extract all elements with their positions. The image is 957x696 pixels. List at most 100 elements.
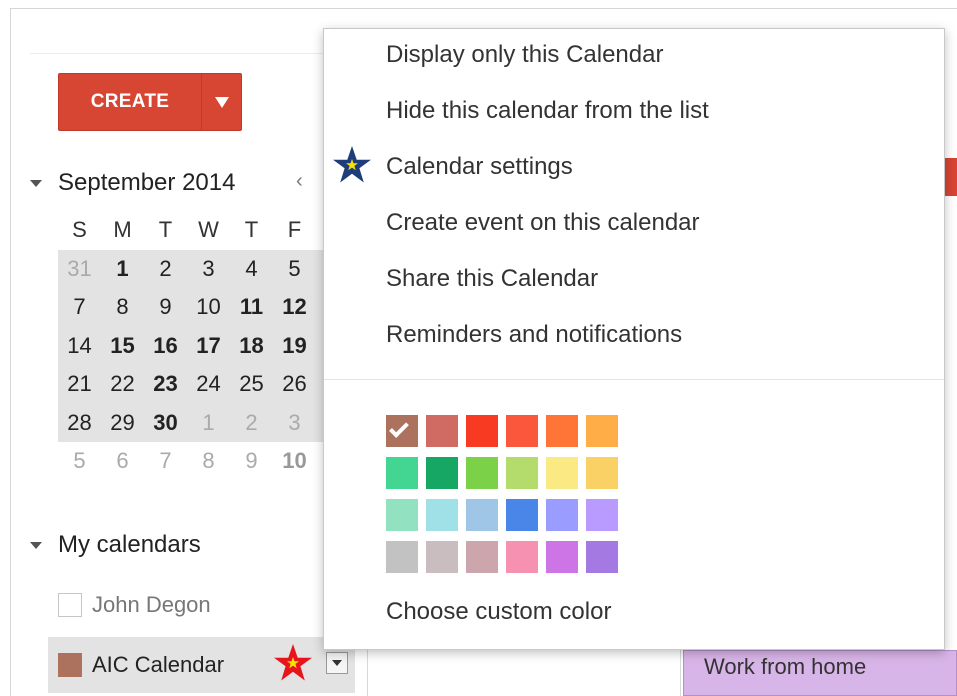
day-cell[interactable]: 8 <box>101 288 144 327</box>
weekday-label: T <box>244 217 259 242</box>
day-cell[interactable]: 24 <box>187 365 230 404</box>
color-swatch[interactable] <box>546 499 578 531</box>
color-swatch[interactable] <box>506 457 538 489</box>
collapse-arrow-icon <box>30 179 42 187</box>
menu-item-reminders[interactable]: Reminders and notifications <box>386 315 682 355</box>
color-swatch[interactable] <box>546 541 578 573</box>
color-swatch[interactable] <box>426 415 458 447</box>
color-palette-row <box>386 499 626 541</box>
create-split-button: CREATE <box>58 73 243 131</box>
day-cell[interactable]: 7 <box>144 442 187 481</box>
color-swatch[interactable] <box>506 499 538 531</box>
day-cell[interactable]: 18 <box>230 327 273 366</box>
day-cell[interactable]: 14 <box>58 327 101 366</box>
color-swatch[interactable] <box>466 499 498 531</box>
day-cell[interactable]: 9 <box>144 288 187 327</box>
week-row: 7 8 9 10 11 12 <box>58 288 323 327</box>
create-button[interactable]: CREATE <box>58 73 202 131</box>
day-cell[interactable]: 3 <box>187 250 230 289</box>
color-swatch[interactable] <box>466 415 498 447</box>
day-cell[interactable]: 4 <box>230 250 273 289</box>
color-swatch[interactable] <box>586 499 618 531</box>
day-cell[interactable]: 10 <box>273 442 316 481</box>
color-palette-row <box>386 415 626 457</box>
day-cell[interactable]: 23 <box>144 365 187 404</box>
day-cell[interactable]: 1 <box>187 404 230 443</box>
day-cell[interactable]: 30 <box>144 404 187 443</box>
checkmark-icon <box>389 418 409 438</box>
weekday-label: M <box>113 217 132 242</box>
day-cell[interactable]: 17 <box>187 327 230 366</box>
color-swatch[interactable] <box>506 415 538 447</box>
day-cell[interactable]: 19 <box>273 327 316 366</box>
week-row: 21 22 23 24 25 26 <box>58 365 323 404</box>
my-calendars-header[interactable]: My calendars <box>30 528 201 562</box>
day-cell[interactable]: 1 <box>101 250 144 289</box>
collapse-arrow-icon <box>30 541 42 549</box>
menu-item-share-calendar[interactable]: Share this Calendar <box>386 259 598 299</box>
color-swatch[interactable] <box>426 541 458 573</box>
color-swatch[interactable] <box>586 457 618 489</box>
day-cell[interactable]: 11 <box>230 288 273 327</box>
color-swatch[interactable] <box>466 457 498 489</box>
menu-item-hide-calendar[interactable]: Hide this calendar from the list <box>386 91 709 131</box>
day-cell[interactable]: 28 <box>58 404 101 443</box>
day-cell[interactable]: 25 <box>230 365 273 404</box>
current-time-marker <box>945 158 957 196</box>
day-cell[interactable]: 9 <box>230 442 273 481</box>
red-star-marker <box>274 644 312 681</box>
day-cell[interactable]: 12 <box>273 288 316 327</box>
header-divider <box>30 53 330 54</box>
day-cell[interactable]: 16 <box>144 327 187 366</box>
day-cell[interactable]: 2 <box>230 404 273 443</box>
calendar-item-john-degon[interactable]: John Degon <box>58 592 211 618</box>
day-cell[interactable]: 26 <box>273 365 316 404</box>
weekday-label: S <box>72 217 87 242</box>
calendar-checkbox[interactable] <box>58 593 82 617</box>
day-cell[interactable]: 29 <box>101 404 144 443</box>
previous-month-button[interactable]: ‹ <box>296 170 303 193</box>
menu-item-calendar-settings[interactable]: Calendar settings <box>386 147 573 187</box>
day-cell[interactable]: 5 <box>273 250 316 289</box>
calendar-options-button[interactable] <box>326 652 348 674</box>
week-row: 31 1 2 3 4 5 <box>58 249 323 289</box>
day-cell[interactable]: 8 <box>187 442 230 481</box>
day-cell[interactable]: 22 <box>101 365 144 404</box>
calendar-item-label: AIC Calendar <box>92 652 225 677</box>
create-dropdown-button[interactable] <box>202 73 242 131</box>
calendar-color-swatch[interactable] <box>58 653 82 677</box>
color-swatch[interactable] <box>386 499 418 531</box>
color-swatch[interactable] <box>466 541 498 573</box>
calendar-item-aic-calendar[interactable]: AIC Calendar <box>58 652 224 678</box>
menu-divider <box>324 379 944 380</box>
color-swatch[interactable] <box>546 415 578 447</box>
color-swatch[interactable] <box>506 541 538 573</box>
color-swatch[interactable] <box>386 457 418 489</box>
calendar-event[interactable]: Work from home <box>683 650 957 696</box>
color-swatch[interactable] <box>386 415 418 447</box>
menu-item-create-event[interactable]: Create event on this calendar <box>386 203 700 243</box>
color-swatch[interactable] <box>586 415 618 447</box>
day-cell[interactable]: 5 <box>58 442 101 481</box>
day-cell[interactable]: 6 <box>101 442 144 481</box>
day-cell[interactable]: 31 <box>58 250 101 289</box>
day-cell[interactable]: 2 <box>144 250 187 289</box>
day-cell[interactable]: 15 <box>101 327 144 366</box>
day-cell[interactable]: 3 <box>273 404 316 443</box>
color-swatch[interactable] <box>426 499 458 531</box>
day-cell[interactable]: 10 <box>187 288 230 327</box>
menu-item-custom-color[interactable]: Choose custom color <box>386 592 611 632</box>
weekday-header-row: S M T W T F <box>58 211 323 250</box>
mini-calendar-header[interactable]: September 2014 <box>30 166 235 200</box>
color-swatch[interactable] <box>386 541 418 573</box>
dropdown-arrow-icon <box>214 96 229 108</box>
color-swatch[interactable] <box>546 457 578 489</box>
day-cell[interactable]: 21 <box>58 365 101 404</box>
calendar-options-menu: Display only this Calendar Hide this cal… <box>323 28 945 650</box>
weekday-label: W <box>198 217 219 242</box>
color-swatch[interactable] <box>586 541 618 573</box>
color-swatch[interactable] <box>426 457 458 489</box>
weekday-label: T <box>158 217 173 242</box>
day-cell[interactable]: 7 <box>58 288 101 327</box>
menu-item-display-only[interactable]: Display only this Calendar <box>386 35 663 75</box>
